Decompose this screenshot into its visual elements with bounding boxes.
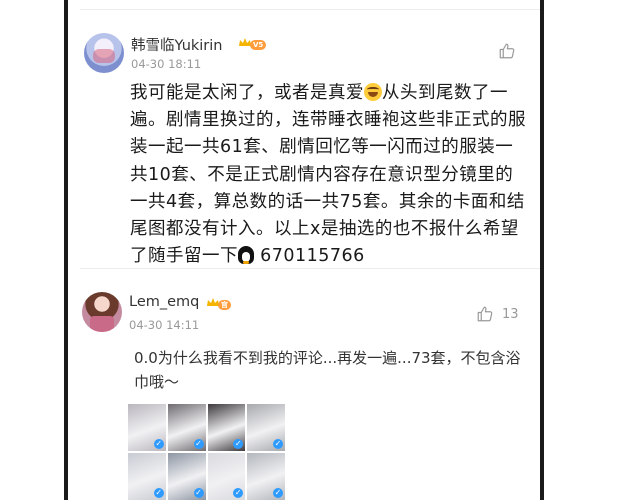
comment-list: 韩雪临Yukirin V5 04-30 18:11 我可能是太闲了，或者是真爱从… xyxy=(68,0,540,500)
level-badge: 官 xyxy=(218,300,231,310)
timestamp: 04-30 18:11 xyxy=(131,57,202,71)
image-thumbnail[interactable]: ✓ xyxy=(247,404,285,451)
check-icon: ✓ xyxy=(273,439,283,449)
thumbs-up-icon xyxy=(499,43,515,59)
divider xyxy=(80,9,540,10)
image-thumbnail[interactable]: ✓ xyxy=(167,453,206,500)
image-thumbnail[interactable]: ✓ xyxy=(128,453,166,500)
image-thumbnail[interactable]: ✓ xyxy=(247,453,285,500)
check-icon: ✓ xyxy=(153,439,164,449)
timestamp: 04-30 14:11 xyxy=(129,318,200,332)
check-icon: ✓ xyxy=(233,439,244,449)
comment-text-part: 从头到尾数了一遍。剧情里换过的，连带睡衣睡袍这些非正式的服装一起一共61套、剧情… xyxy=(130,83,526,267)
comment-text-part: 我可能是太闲了，或者是真爱 xyxy=(130,83,364,103)
check-icon: ✓ xyxy=(193,439,204,449)
avatar[interactable] xyxy=(84,33,124,73)
image-grid[interactable]: ✓ ✓ ✓ ✓ ✓ ✓ ✓ ✓ xyxy=(128,404,285,500)
comment-text-part: 670115766 xyxy=(260,246,365,267)
username[interactable]: 韩雪临Yukirin xyxy=(131,34,223,55)
divider xyxy=(80,268,540,269)
phone-bezel-right xyxy=(540,0,544,500)
penguin-emoji-icon xyxy=(238,246,254,265)
check-icon: ✓ xyxy=(233,488,244,498)
like-count: 13 xyxy=(502,306,519,322)
laughing-emoji-icon xyxy=(364,83,382,101)
image-thumbnail[interactable]: ✓ xyxy=(207,404,246,451)
level-badge: V5 xyxy=(250,40,267,50)
like-button[interactable] xyxy=(498,42,524,60)
check-icon: ✓ xyxy=(273,488,283,498)
image-thumbnail[interactable]: ✓ xyxy=(207,453,246,500)
check-icon: ✓ xyxy=(193,488,204,498)
thumbs-up-icon xyxy=(477,306,493,322)
username[interactable]: Lem_emq xyxy=(129,294,199,310)
like-button[interactable]: 13 xyxy=(476,305,519,323)
image-thumbnail[interactable]: ✓ xyxy=(128,404,166,451)
image-thumbnail[interactable]: ✓ xyxy=(167,404,206,451)
comment-text: 我可能是太闲了，或者是真爱 从头到尾数了一遍。剧情里换过的，连带睡衣睡袍这些非正式… xyxy=(130,80,528,270)
comment-text: 0.0为什么我看不到我的评论...再发一遍...73套，不包含浴巾哦～ xyxy=(134,349,521,391)
avatar[interactable] xyxy=(82,292,122,332)
check-icon: ✓ xyxy=(153,488,164,498)
